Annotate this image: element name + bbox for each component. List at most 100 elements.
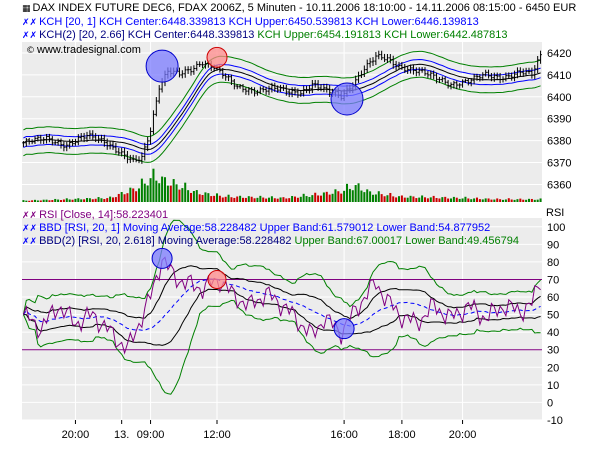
volume-bar — [322, 192, 325, 202]
rsi-highlight-circle — [151, 247, 173, 269]
rsi-tick-label: 10 — [547, 380, 559, 392]
volume-bar — [42, 199, 45, 202]
price-tick-label: 6360 — [547, 179, 571, 191]
volume-bar — [504, 199, 507, 202]
rsi-highlight-circle — [333, 318, 355, 340]
rsi-legend-text: RSI [Close, 14]:58.223401 — [39, 209, 169, 221]
volume-bar — [343, 190, 346, 202]
volume-bar — [507, 198, 510, 202]
volume-bar — [473, 198, 476, 202]
volume-bar — [444, 196, 447, 202]
volume-bar — [273, 198, 276, 202]
volume-bar — [74, 198, 77, 202]
x-tick-label: 12:00 — [203, 429, 231, 441]
kch1-legend-text: KCH [20, 1] KCH Center:6448.339813 KCH U… — [39, 16, 479, 28]
volume-bar — [62, 199, 65, 202]
volume-bar — [169, 185, 172, 202]
volume-bar — [490, 199, 493, 202]
volume-bar — [478, 199, 481, 202]
volume-bar — [311, 195, 314, 202]
volume-bar — [397, 196, 401, 202]
volume-bar — [68, 199, 71, 202]
volume-bar — [484, 198, 487, 202]
volume-bar — [25, 200, 28, 202]
volume-bar — [201, 194, 204, 202]
volume-bar — [513, 199, 516, 202]
volume-bar — [288, 198, 291, 202]
volume-bar — [83, 199, 86, 202]
volume-bar — [499, 199, 502, 202]
volume-bar — [213, 195, 216, 202]
rsi-tick-label: 0 — [547, 397, 553, 409]
volume-bar — [48, 200, 51, 202]
x-tick-label: 09:00 — [137, 429, 165, 441]
volume-bar — [493, 199, 496, 202]
chart-title-text: DAX INDEX FUTURE DEC6, FDAX 2006Z, 5 Min… — [32, 2, 577, 14]
volume-bar — [461, 198, 464, 202]
volume-bar — [291, 195, 294, 202]
volume-bar — [496, 198, 499, 202]
x-tick-label: 16:00 — [330, 429, 358, 441]
kch2-legend-text: KCH(2) [20, 2.66] KCH Center:6448.339813 — [39, 29, 258, 41]
rsi-legend: ✗✗ RSI [Close, 14]:58.223401 — [22, 209, 168, 222]
rsi-panel — [22, 218, 542, 420]
volume-bar — [172, 179, 175, 202]
volume-bar — [187, 190, 190, 202]
volume-bar — [429, 197, 432, 202]
volume-bar — [51, 200, 54, 202]
volume-bar — [447, 198, 450, 202]
volume-bar — [319, 195, 323, 202]
volume-bar — [218, 195, 221, 202]
volume-bar — [525, 199, 528, 202]
rsi-tick-label: 80 — [547, 257, 559, 269]
volume-bar — [374, 194, 377, 202]
volume-bar — [415, 198, 418, 202]
volume-bar — [149, 178, 152, 202]
x-tick-label: 18:00 — [388, 429, 416, 441]
volume-bar — [158, 183, 161, 202]
volume-bar — [97, 197, 100, 202]
volume-bar — [195, 190, 198, 202]
volume-bar — [470, 199, 473, 202]
volume-bar — [178, 189, 181, 202]
volume-bar — [308, 196, 311, 202]
volume-bar — [302, 193, 305, 202]
volume-bar — [39, 200, 42, 202]
volume-bar — [293, 196, 297, 202]
chart-icon: ▦ — [22, 4, 31, 14]
volume-bar — [467, 198, 470, 202]
volume-bar — [527, 198, 531, 202]
price-tick-label: 6410 — [547, 70, 571, 82]
volume-bar — [438, 198, 441, 202]
volume-bar — [36, 200, 39, 202]
volume-bar — [487, 198, 490, 202]
copyright-icon: © — [26, 46, 35, 56]
volume-bar — [120, 191, 123, 202]
rsi-tick-label: 90 — [547, 239, 559, 251]
volume-bar — [400, 195, 403, 202]
volume-bar — [22, 200, 25, 202]
volume-bar — [230, 197, 233, 202]
volume-bar — [65, 198, 68, 202]
volume-bar — [207, 193, 210, 202]
volume-bar — [267, 197, 271, 202]
rsi-tick-label: 60 — [547, 292, 559, 304]
volume-bar — [337, 191, 340, 202]
volume-bar — [369, 191, 372, 202]
price-tick-label: 6370 — [547, 158, 571, 170]
bbd2-legend-text: BBD(2) [RSI, 20, 2.618] Moving Average:5… — [39, 235, 295, 247]
bbd1-legend-text: BBD [RSI, 20, 1] Moving Average:58.22848… — [39, 222, 491, 234]
volume-bar — [189, 192, 193, 202]
volume-bar — [406, 197, 409, 202]
price-panel — [22, 42, 542, 202]
volume-bar — [412, 196, 415, 202]
volume-bar — [539, 198, 542, 202]
volume-bar — [270, 196, 273, 202]
indicator-icon: ✗✗ — [22, 18, 38, 28]
price-highlight-circle — [145, 49, 179, 83]
volume-bar — [123, 194, 126, 202]
volume-bar — [241, 197, 245, 202]
volume-bar — [403, 197, 406, 202]
volume-bar — [276, 198, 279, 202]
indicator-icon: ✗✗ — [22, 211, 38, 221]
